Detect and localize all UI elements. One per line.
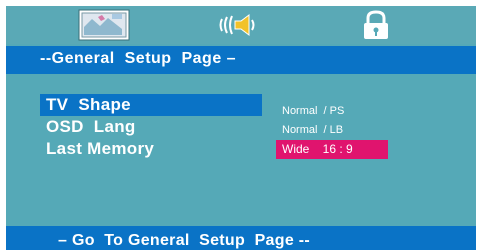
lock-icon bbox=[364, 10, 388, 39]
tab-general[interactable] bbox=[76, 8, 132, 42]
speaker-icon bbox=[219, 14, 255, 36]
tab-bar bbox=[6, 6, 476, 44]
tab-lock[interactable] bbox=[348, 8, 404, 42]
option-normal-lb[interactable]: Normal / LB bbox=[276, 121, 388, 140]
menu-item-last-memory[interactable]: Last Memory bbox=[40, 138, 262, 160]
status-bar: – Go To General Setup Page -- bbox=[6, 226, 476, 250]
setup-screen: --General Setup Page – TV Shape OSD Lang… bbox=[6, 6, 476, 250]
tab-audio[interactable] bbox=[212, 8, 268, 42]
option-wide[interactable]: Wide 16 : 9 bbox=[276, 140, 388, 159]
menu-item-tv-shape[interactable]: TV Shape bbox=[40, 94, 262, 116]
option-normal-ps[interactable]: Normal / PS bbox=[276, 102, 388, 121]
menu-item-osd-lang[interactable]: OSD Lang bbox=[40, 116, 262, 138]
tv-shape-options: Normal / PS Normal / LB Wide 16 : 9 bbox=[276, 102, 388, 159]
page-title: --General Setup Page – bbox=[40, 50, 237, 67]
picture-icon bbox=[78, 9, 130, 41]
page-header: --General Setup Page – bbox=[6, 46, 476, 74]
status-text: – Go To General Setup Page -- bbox=[58, 232, 311, 249]
settings-menu: TV Shape OSD Lang Last Memory bbox=[40, 94, 262, 160]
